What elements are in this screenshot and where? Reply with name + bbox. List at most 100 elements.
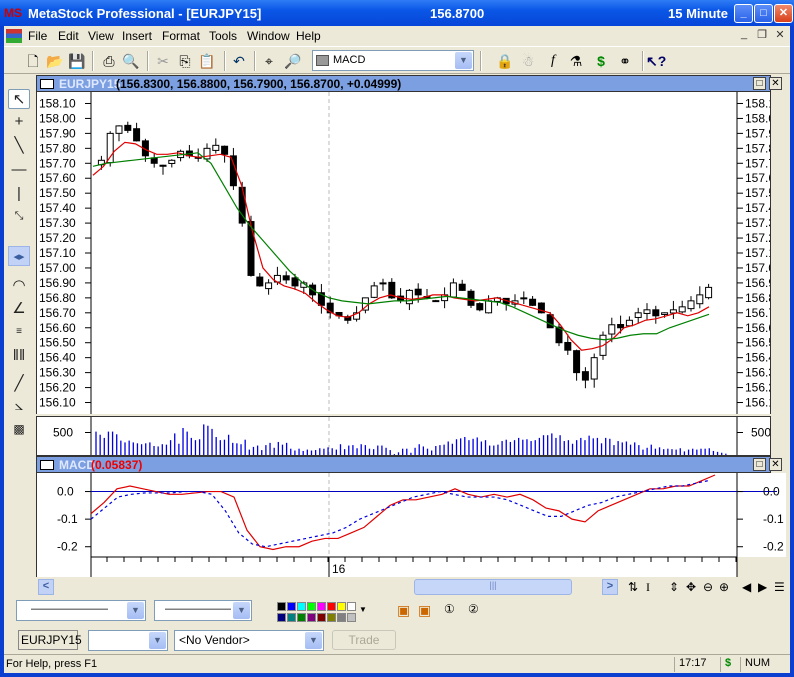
panel-maximize-button[interactable]: □ <box>753 458 766 471</box>
new-document-icon[interactable]: 🗋 <box>24 52 42 70</box>
close-button[interactable]: ✕ <box>774 4 793 23</box>
menu-format[interactable]: Format <box>162 29 200 43</box>
layer-1-icon[interactable]: ① <box>444 602 455 616</box>
time-zones-icon[interactable]: ‖‖ <box>8 346 30 366</box>
trendline-icon[interactable]: ╲ <box>8 136 30 156</box>
vertical-resize-icon[interactable]: ⇕ <box>669 580 679 594</box>
menu-insert[interactable]: Insert <box>122 29 152 43</box>
speed-resistance-icon[interactable]: ⤡ <box>8 206 30 226</box>
palette-swatch[interactable] <box>317 613 326 622</box>
scroll-right-icon[interactable]: ▶ <box>758 580 767 594</box>
menu-file[interactable]: File <box>28 29 47 43</box>
binoculars-icon[interactable]: ⚭ <box>616 52 634 70</box>
scroll-right-arrow[interactable]: > <box>602 579 618 595</box>
panel-close-button[interactable]: ✕ <box>769 458 782 471</box>
palette-swatch[interactable] <box>347 613 356 622</box>
crosshair-tool-icon[interactable]: + <box>8 112 30 132</box>
cursor-i-icon[interactable]: I <box>646 580 650 595</box>
trade-button[interactable]: Trade <box>332 630 396 650</box>
context-help-icon[interactable]: ↖? <box>646 52 666 70</box>
chevron-down-icon[interactable]: ▼ <box>149 632 166 649</box>
palette-swatch[interactable] <box>297 613 306 622</box>
palette-swatch[interactable] <box>327 613 336 622</box>
copy-icon[interactable]: ⎘ <box>176 52 194 70</box>
chevron-down-icon[interactable]: ▼ <box>455 52 472 69</box>
template-apply-icon[interactable]: ▣ <box>418 602 431 619</box>
explorer-icon[interactable]: ☃ <box>519 52 537 70</box>
indicator-select[interactable]: MACD ▼ <box>312 50 474 71</box>
price-chart[interactable]: 158.10158.10158.00158.00157.90157.90157.… <box>36 92 771 414</box>
panel-close-button[interactable]: ✕ <box>769 77 782 90</box>
system-tester-icon[interactable]: ⚗ <box>567 52 585 70</box>
mdi-restore-button[interactable]: ❐ <box>754 28 770 43</box>
menu-edit[interactable]: Edit <box>58 29 79 43</box>
mdi-minimize-button[interactable]: _ <box>736 28 752 43</box>
pointer-icon[interactable]: ↖ <box>8 89 30 109</box>
fan-icon[interactable]: ∠ <box>8 299 30 319</box>
scroll-thumb[interactable]: ||| <box>414 579 572 595</box>
horizontal-scrollbar[interactable]: < ||| > ⇅ I ⇕ ✥ ⊖ ⊕ ◀ ▶ ☰ <box>36 577 786 597</box>
crosshair-icon[interactable]: ⌖ <box>260 52 278 70</box>
palette-swatch[interactable] <box>287 613 296 622</box>
account-select[interactable]: ▼ <box>88 630 168 651</box>
palette-swatch[interactable] <box>337 613 346 622</box>
palette-swatch[interactable] <box>327 602 336 611</box>
grid-icon[interactable]: ▩ <box>8 419 30 439</box>
vendor-select[interactable]: <No Vendor> ▼ <box>174 630 324 651</box>
line-style-select[interactable]: ——————— ▼ <box>16 600 146 621</box>
macd-chart[interactable]: 16 0.0 0.0 -0.1 -0.1 -0.2 -0.2 <box>36 473 786 577</box>
scroll-icon[interactable]: ◂▸ <box>8 246 30 266</box>
palette-swatch[interactable] <box>317 602 326 611</box>
save-icon[interactable]: 💾 <box>68 52 86 70</box>
scroll-left-icon[interactable]: ◀ <box>742 580 751 594</box>
menu-view[interactable]: View <box>88 29 114 43</box>
list-icon[interactable]: ☰ <box>774 580 785 594</box>
open-folder-icon[interactable]: 📂 <box>46 52 64 70</box>
panel-maximize-button[interactable]: □ <box>753 77 766 90</box>
scroll-left-arrow[interactable]: < <box>38 579 54 595</box>
zoom-out-icon[interactable]: ⊖ <box>703 580 713 594</box>
palette-swatch[interactable] <box>277 613 286 622</box>
fibonacci-retracement-icon[interactable]: ≡ <box>8 322 30 342</box>
print-preview-icon[interactable]: 🔍 <box>122 52 140 70</box>
line-width-select[interactable]: —————— ▼ <box>154 600 252 621</box>
menu-window[interactable]: Window <box>247 29 290 43</box>
palette-swatch[interactable] <box>337 602 346 611</box>
undo-icon[interactable]: ↶ <box>230 52 248 70</box>
mdi-close-button[interactable]: ✕ <box>772 28 788 43</box>
refresh-icon[interactable]: ⇅ <box>628 580 638 594</box>
dollar-icon[interactable]: $ <box>592 52 610 70</box>
expert-advisor-icon[interactable]: 🔒 <box>496 52 514 70</box>
chevron-down-icon[interactable]: ▼ <box>305 632 322 649</box>
template-icon[interactable]: ▣ <box>397 602 410 619</box>
cut-icon[interactable]: ✂ <box>154 52 172 70</box>
print-icon[interactable]: ⎙ <box>100 52 118 70</box>
vertical-line-icon[interactable]: | <box>8 184 30 204</box>
minimize-button[interactable]: _ <box>734 4 753 23</box>
gann-fan-icon[interactable]: ⦣ <box>8 396 30 416</box>
move-icon[interactable]: ✥ <box>686 580 696 594</box>
chevron-down-icon[interactable]: ▼ <box>127 602 144 619</box>
layer-2-icon[interactable]: ② <box>468 602 479 616</box>
palette-swatch[interactable] <box>307 602 316 611</box>
palette-swatch[interactable] <box>277 602 286 611</box>
menu-tools[interactable]: Tools <box>209 29 237 43</box>
menu-help[interactable]: Help <box>296 29 321 43</box>
palette-dropdown-icon[interactable]: ▼ <box>359 605 367 614</box>
palette-swatch[interactable] <box>287 602 296 611</box>
arcs-icon[interactable]: ◠ <box>8 276 30 296</box>
paste-icon[interactable]: 📋 <box>198 52 216 70</box>
candle-body <box>256 276 264 287</box>
zoom-in-icon[interactable]: ⊕ <box>719 580 729 594</box>
palette-swatch[interactable] <box>297 602 306 611</box>
chevron-down-icon[interactable]: ▼ <box>233 602 250 619</box>
volume-chart[interactable]: 500 500 <box>36 416 771 456</box>
maximize-button[interactable]: □ <box>754 4 773 23</box>
palette-swatch[interactable] <box>347 602 356 611</box>
palette-swatch[interactable] <box>307 613 316 622</box>
document-icon[interactable] <box>6 29 22 43</box>
line-icon[interactable]: ╱ <box>8 374 30 394</box>
horizontal-line-icon[interactable]: — <box>8 160 30 180</box>
indicator-builder-icon[interactable]: f <box>544 52 562 70</box>
zoom-icon[interactable]: 🔎 <box>284 52 302 70</box>
